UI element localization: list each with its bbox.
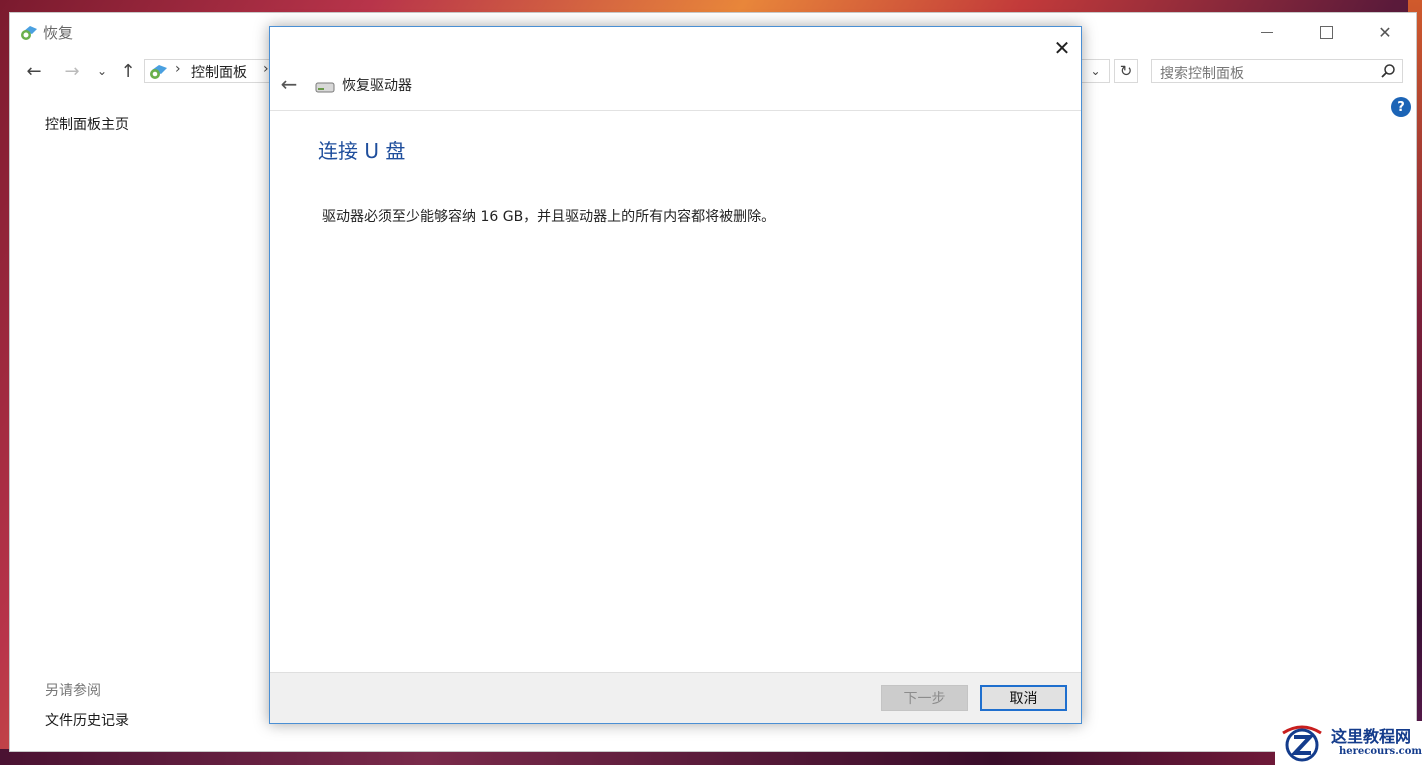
close-icon: ✕ [1053,36,1071,60]
maximize-button[interactable] [1297,13,1355,51]
dialog-divider [270,110,1081,111]
watermark: 这里教程网 herecours.com [1275,721,1422,765]
see-also-heading: 另请参阅 [45,683,101,699]
dialog-back-button[interactable]: ← [276,71,302,97]
chevron-down-icon: ⌄ [96,64,108,78]
dialog-footer: 下一步 取消 [270,672,1081,723]
help-icon: ? [1397,99,1405,115]
file-history-link[interactable]: 文件历史记录 [45,710,129,730]
back-button[interactable]: ← [22,59,46,83]
watermark-name: 这里教程网 [1331,727,1412,746]
address-dropdown-button[interactable]: ⌄ [1082,59,1110,83]
drive-icon [315,82,335,93]
window-title: 恢复 [43,24,74,42]
arrow-up-icon: ↑ [120,60,136,82]
dialog-description: 驱动器必须至少能够容纳 16 GB，并且驱动器上的所有内容都将被删除。 [322,209,776,225]
watermark-domain: herecours.com [1339,746,1422,757]
close-icon: ✕ [1378,22,1392,42]
control-panel-home-link[interactable]: 控制面板主页 [45,114,129,134]
arrow-left-icon: ← [280,72,298,96]
dialog-heading: 连接 U 盘 [318,139,406,163]
next-button[interactable]: 下一步 [881,685,968,711]
dialog-title: 恢复驱动器 [342,78,412,94]
maximize-icon [1319,25,1333,39]
control-panel-icon [150,65,167,79]
refresh-icon: ↻ [1119,62,1133,80]
minimize-button[interactable] [1238,13,1296,51]
search-icon [1381,64,1395,78]
address-item-control-panel[interactable]: 控制面板 [191,62,247,82]
up-button[interactable]: ↑ [116,59,140,83]
cancel-button[interactable]: 取消 [980,685,1067,711]
watermark-logo-icon [1282,725,1322,762]
help-button[interactable]: ? [1391,97,1411,117]
forward-button[interactable]: → [60,59,84,83]
close-window-button[interactable]: ✕ [1356,13,1414,51]
chevron-right-icon: › [175,61,181,77]
arrow-right-icon: → [64,60,80,82]
address-bar[interactable]: › 控制面板 › [144,59,274,83]
refresh-button[interactable]: ↻ [1114,59,1138,83]
chevron-down-icon: ⌄ [1090,64,1101,78]
recovery-drive-dialog: ✕ ← 恢复驱动器 连接 U 盘 驱动器必须至少能够容纳 16 GB，并且驱动器… [269,26,1082,724]
chevron-right-icon[interactable]: › [263,61,269,77]
dialog-close-button[interactable]: ✕ [1047,33,1077,63]
minimize-icon [1261,31,1273,33]
search-input[interactable]: 搜索控制面板 [1151,59,1403,83]
search-placeholder: 搜索控制面板 [1160,66,1244,82]
recovery-icon [21,26,37,40]
arrow-left-icon: ← [26,60,42,82]
recent-locations-button[interactable]: ⌄ [90,59,114,83]
